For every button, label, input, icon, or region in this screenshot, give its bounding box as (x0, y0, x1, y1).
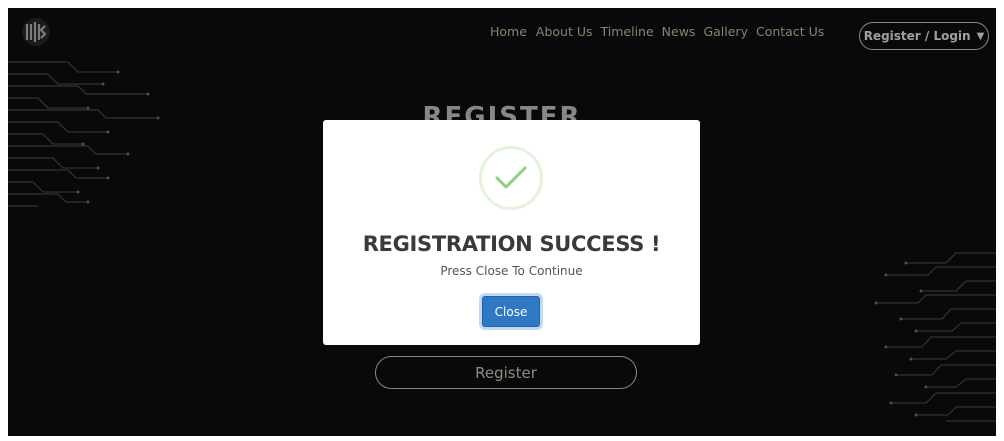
page-background: Home About Us Timeline News Gallery Cont… (8, 8, 996, 436)
close-button[interactable]: Close (482, 296, 540, 327)
modal-title: REGISTRATION SUCCESS ! (362, 232, 661, 256)
modal-message: Press Close To Continue (440, 264, 583, 278)
success-modal: REGISTRATION SUCCESS ! Press Close To Co… (323, 120, 700, 345)
check-circle-icon (479, 146, 543, 210)
